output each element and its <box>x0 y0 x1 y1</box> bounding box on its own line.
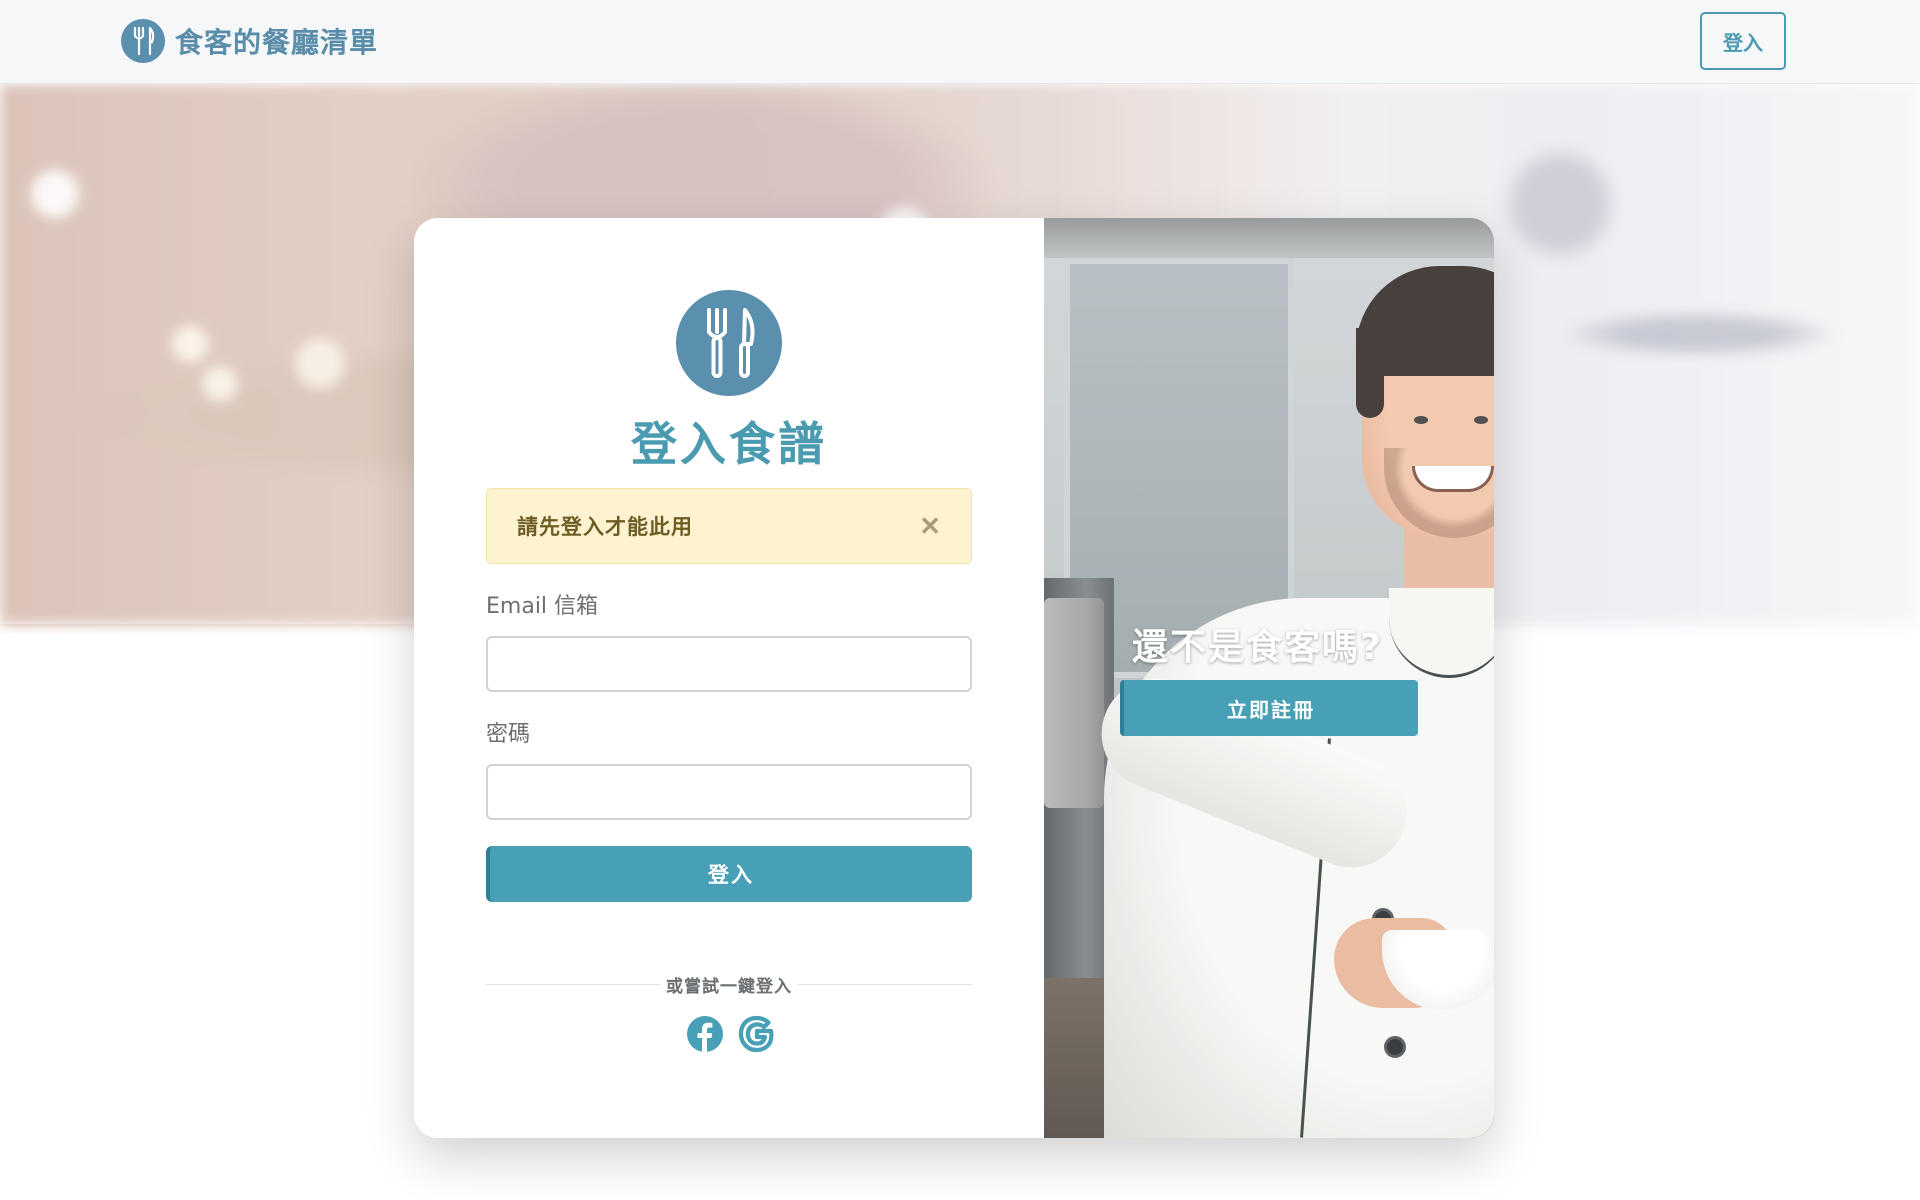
brand[interactable]: 食客的餐廳清單 <box>121 18 378 64</box>
brand-name: 食客的餐廳清單 <box>175 26 379 59</box>
social-login <box>686 1014 776 1054</box>
register-panel: 還不是食客嗎? 立即註冊 <box>1044 218 1494 1138</box>
fork-knife-icon <box>121 19 165 63</box>
email-label: Email 信箱 <box>486 594 599 619</box>
close-icon[interactable]: ✕ <box>919 513 941 539</box>
login-form-panel: 登入食譜 請先登入才能此用 ✕ Email 信箱 密碼 登入 或嘗試一鍵登入 <box>414 218 1044 1138</box>
password-label: 密碼 <box>486 722 531 747</box>
login-title: 登入食譜 <box>631 417 827 471</box>
login-submit-button[interactable]: 登入 <box>486 846 972 902</box>
nav-login-button[interactable]: 登入 <box>1700 12 1786 70</box>
login-card: 登入食譜 請先登入才能此用 ✕ Email 信箱 密碼 登入 或嘗試一鍵登入 還… <box>414 218 1494 1138</box>
fork-knife-icon <box>676 290 782 396</box>
divider-line <box>798 983 972 985</box>
divider-text: 或嘗試一鍵登入 <box>666 976 792 997</box>
register-prompt: 還不是食客嗎? <box>1132 627 1383 668</box>
divider-line <box>486 983 660 985</box>
password-field[interactable] <box>486 764 972 820</box>
register-button[interactable]: 立即註冊 <box>1120 680 1418 736</box>
google-icon[interactable] <box>738 1015 776 1053</box>
alert-message: 請先登入才能此用 <box>517 515 693 539</box>
social-divider: 或嘗試一鍵登入 <box>486 974 972 997</box>
navbar: 食客的餐廳清單 登入 <box>0 0 1920 84</box>
email-field[interactable] <box>486 636 972 692</box>
login-required-alert: 請先登入才能此用 ✕ <box>486 488 972 564</box>
facebook-icon[interactable] <box>686 1015 724 1053</box>
